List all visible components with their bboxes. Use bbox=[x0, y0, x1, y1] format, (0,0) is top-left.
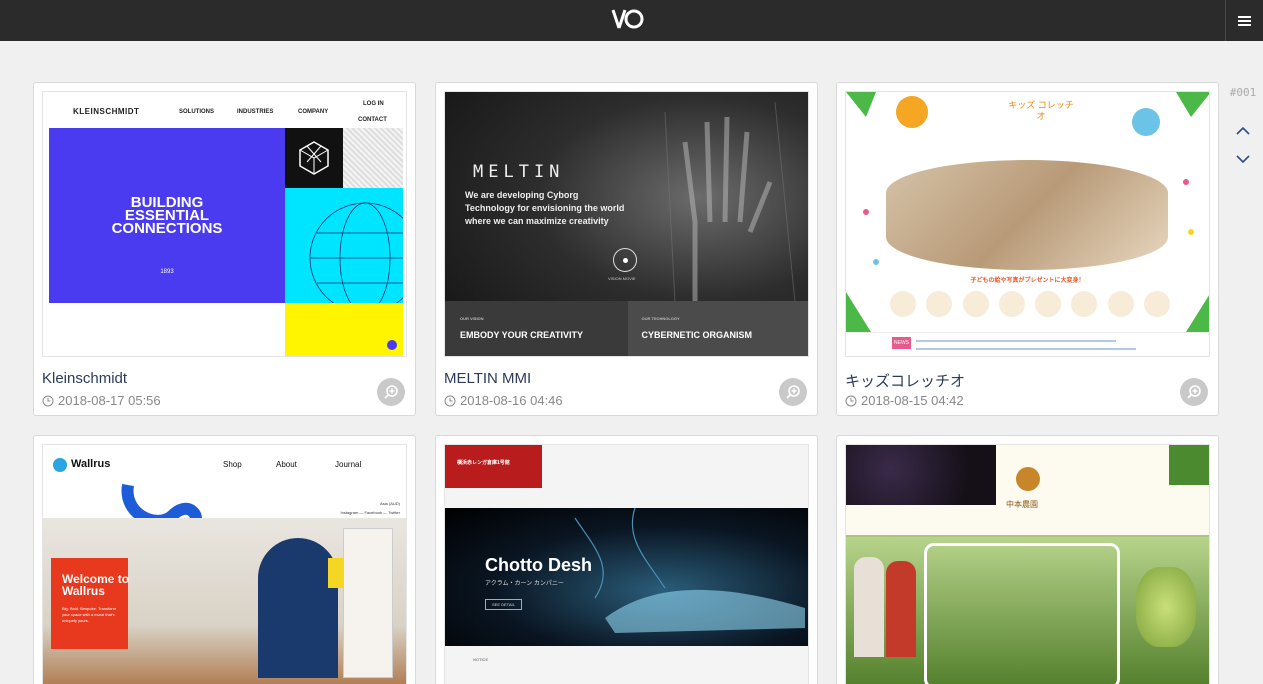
thumb-photo bbox=[445, 507, 808, 646]
thumb-caption: Instagram — Facebook — Twitter bbox=[340, 510, 400, 515]
thumb-photo bbox=[886, 160, 1168, 270]
thumb-hero: BUILDING ESSENTIAL CONNECTIONS 1893 bbox=[49, 128, 285, 303]
menu-button[interactable] bbox=[1225, 0, 1263, 41]
clock-icon bbox=[444, 395, 456, 406]
thumb-nav-item: COMPANY bbox=[298, 109, 329, 115]
clock-icon bbox=[845, 395, 857, 406]
thumb-news: NEWS bbox=[846, 332, 1209, 356]
thumb-tag: OUR VISION bbox=[460, 316, 484, 321]
card-date: 2018-08-15 04:42 bbox=[845, 393, 964, 408]
gallery-card[interactable]: Wallrus Shop About Journal Asia (AUD) In… bbox=[33, 435, 416, 684]
card-thumbnail[interactable]: MELTIN We are developing Cyborg Technolo… bbox=[444, 91, 809, 357]
thumb-logo: KLEINSCHMIDT bbox=[73, 107, 140, 116]
top-bar bbox=[0, 0, 1263, 41]
thumb-badge bbox=[1169, 445, 1209, 485]
gallery-card[interactable]: MELTIN We are developing Cyborg Technolo… bbox=[435, 82, 818, 416]
thumb-panel-title: CYBERNETIC ORGANISM bbox=[641, 330, 753, 340]
thumb-logo-mark bbox=[53, 458, 67, 472]
card-date-text: 2018-08-15 04:42 bbox=[861, 393, 964, 408]
gallery-card[interactable]: KLEINSCHMIDT SOLUTIONS INDUSTRIES COMPAN… bbox=[33, 82, 416, 416]
globe-graphic bbox=[309, 202, 406, 314]
play-icon bbox=[613, 248, 637, 272]
thumb-subtext: 1893 bbox=[160, 269, 174, 275]
page-number: #001 bbox=[1229, 86, 1257, 99]
hamburger-icon bbox=[1238, 19, 1251, 22]
card-date-text: 2018-08-17 05:56 bbox=[58, 393, 161, 408]
thumb-panel: OUR VISION EMBODY YOUR CREATIVITY bbox=[445, 301, 628, 356]
card-date: 2018-08-16 04:46 bbox=[444, 393, 563, 408]
thumb-caption: NOTICE bbox=[473, 657, 489, 662]
robot-hand-graphic bbox=[664, 102, 796, 302]
card-date-text: 2018-08-16 04:46 bbox=[460, 393, 563, 408]
thumb-block bbox=[285, 128, 343, 188]
thumb-block bbox=[343, 128, 403, 188]
thumb-photo bbox=[846, 537, 1209, 684]
thumb-footer: OUR VISION EMBODY YOUR CREATIVITY OUR TE… bbox=[445, 301, 808, 356]
thumb-logo: 中本農園 bbox=[1006, 500, 1038, 509]
thumb-headline: Chotto Desh bbox=[485, 555, 592, 575]
chevron-down-icon[interactable] bbox=[1231, 147, 1255, 171]
thumb-block bbox=[285, 303, 403, 356]
thumb-photo bbox=[846, 445, 996, 505]
card-thumbnail[interactable]: キッズ コレッチオ 子どもの絵や写真がプレゼントに大変身！ NEWS bbox=[845, 91, 1210, 357]
thumb-nav-item: Shop bbox=[223, 460, 242, 469]
thumb-subtext: Big. Bold. Bespoke. Transform your space… bbox=[62, 606, 117, 623]
card-title[interactable]: MELTIN MMI bbox=[444, 370, 531, 387]
thumb-nav-item: SOLUTIONS bbox=[179, 109, 215, 115]
thumb-panel: OUR TECHNOLOGY CYBERNETIC ORGANISM bbox=[627, 301, 808, 356]
zoom-button[interactable] bbox=[779, 378, 807, 406]
thumb-subtext: アクラム・カーン カンパニー bbox=[485, 581, 564, 587]
gallery-card[interactable]: 中本農園 bbox=[836, 435, 1219, 684]
thumb-headline: BUILDING ESSENTIAL CONNECTIONS bbox=[111, 194, 223, 237]
thumb-headline: We are developing Cyborg Technology for … bbox=[465, 190, 625, 226]
zoom-in-icon bbox=[786, 385, 800, 399]
pager: #001 bbox=[1224, 86, 1262, 171]
thumb-nav-item: INDUSTRIES bbox=[237, 109, 274, 115]
thumb-tagline: 子どもの絵や写真がプレゼントに大変身！ bbox=[970, 278, 1085, 284]
thumb-nav-item: CONTACT bbox=[358, 117, 387, 123]
thumb-caption: VISION MOVIE bbox=[608, 276, 636, 281]
card-thumbnail[interactable]: Wallrus Shop About Journal Asia (AUD) In… bbox=[42, 444, 407, 684]
thumb-block bbox=[285, 188, 406, 314]
thumb-logo: キッズ コレッチオ bbox=[1008, 100, 1074, 121]
thumb-logo-box: 横浜赤レンガ倉庫1号館 bbox=[445, 445, 542, 488]
thumb-nav-item: Journal bbox=[335, 460, 362, 469]
thumb-nav-item: About bbox=[276, 460, 297, 469]
thumb-caption: Asia (AUD) bbox=[379, 501, 400, 506]
card-thumbnail[interactable]: 中本農園 bbox=[845, 444, 1210, 684]
zoom-in-icon bbox=[384, 385, 398, 399]
thumb-hero-box: Welcome to Wallrus Big. Bold. Bespoke. T… bbox=[51, 558, 129, 649]
thumb-block bbox=[49, 303, 285, 356]
card-thumbnail[interactable]: KLEINSCHMIDT SOLUTIONS INDUSTRIES COMPAN… bbox=[42, 91, 407, 357]
gallery-card[interactable]: キッズ コレッチオ 子どもの絵や写真がプレゼントに大変身！ NEWS キッズコレ… bbox=[836, 82, 1219, 416]
zoom-button[interactable] bbox=[377, 378, 405, 406]
thumb-panel-title: EMBODY YOUR CREATIVITY bbox=[460, 330, 584, 340]
thumb-tag: OUR TECHNOLOGY bbox=[641, 316, 680, 321]
thumb-navbar: KLEINSCHMIDT SOLUTIONS INDUSTRIES COMPAN… bbox=[43, 92, 406, 128]
card-thumbnail[interactable]: 横浜赤レンガ倉庫1号館 Chotto Desh アクラム・カーン カンパニー S… bbox=[444, 444, 809, 684]
card-title[interactable]: Kleinschmidt bbox=[42, 370, 127, 387]
site-logo[interactable] bbox=[610, 7, 644, 31]
thumb-logo: 横浜赤レンガ倉庫1号館 bbox=[457, 460, 510, 466]
card-date: 2018-08-17 05:56 bbox=[42, 393, 161, 408]
cube-logo-icon bbox=[299, 141, 329, 175]
thumb-product-row bbox=[890, 291, 1170, 317]
thumb-nav-item: LOG IN bbox=[363, 101, 384, 107]
zoom-button[interactable] bbox=[1180, 378, 1208, 406]
thumb-button: SEE DETAIL bbox=[485, 599, 522, 610]
thumb-headline: Welcome to Wallrus bbox=[62, 572, 130, 598]
thumb-logo: Wallrus bbox=[71, 458, 111, 470]
stage-graphic bbox=[574, 507, 805, 633]
card-title[interactable]: キッズコレッチオ bbox=[845, 370, 965, 391]
zoom-in-icon bbox=[1187, 385, 1201, 399]
chevron-up-icon[interactable] bbox=[1231, 119, 1255, 143]
gallery-card[interactable]: 横浜赤レンガ倉庫1号館 Chotto Desh アクラム・カーン カンパニー S… bbox=[435, 435, 818, 684]
thumb-news-label: NEWS bbox=[892, 337, 911, 349]
thumb-logo: MELTIN bbox=[473, 162, 565, 182]
clock-icon bbox=[42, 395, 54, 406]
